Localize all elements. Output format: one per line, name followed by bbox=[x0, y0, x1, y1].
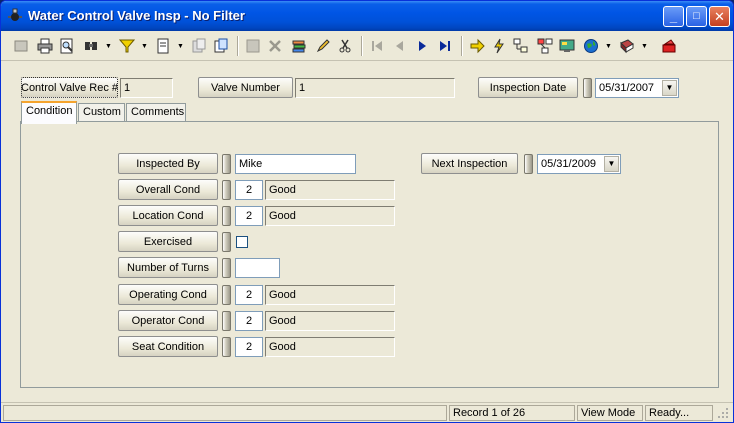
number-of-turns-field[interactable] bbox=[235, 258, 280, 278]
operating-cond-button[interactable]: Operating Cond bbox=[118, 284, 218, 305]
globe-dropdown-icon[interactable]: ▼ bbox=[605, 43, 612, 50]
location-cond-grip[interactable] bbox=[222, 206, 231, 226]
overall-cond-button[interactable]: Overall Cond bbox=[118, 179, 218, 200]
exercised-grip[interactable] bbox=[222, 232, 231, 252]
tree-icon[interactable] bbox=[511, 36, 531, 56]
print-icon[interactable] bbox=[35, 36, 55, 56]
toolbar-separator bbox=[361, 36, 363, 56]
operating-cond-grip[interactable] bbox=[222, 285, 231, 305]
toolbar-separator bbox=[237, 36, 239, 56]
app-icon bbox=[7, 8, 23, 24]
overall-cond-desc: Good bbox=[265, 180, 395, 200]
tab-comments[interactable]: Comments bbox=[126, 103, 186, 123]
exercised-checkbox[interactable] bbox=[236, 236, 248, 248]
status-record: Record 1 of 26 bbox=[449, 405, 575, 421]
status-state: Ready... bbox=[645, 405, 713, 421]
title-bar[interactable]: Water Control Valve Insp - No Filter _ □… bbox=[1, 1, 733, 31]
seat-condition-code[interactable]: 2 bbox=[235, 337, 263, 357]
operator-cond-button[interactable]: Operator Cond bbox=[118, 310, 218, 331]
duplicate-icon[interactable] bbox=[211, 36, 231, 56]
seat-condition-desc: Good bbox=[265, 337, 395, 357]
inspection-date-grip[interactable] bbox=[583, 78, 592, 98]
book-dropdown-icon[interactable]: ▼ bbox=[641, 43, 648, 50]
close-button[interactable]: ✕ bbox=[709, 6, 730, 27]
maximize-button[interactable]: □ bbox=[686, 6, 707, 27]
next-inspection-grip[interactable] bbox=[524, 154, 533, 174]
previous-record-icon[interactable] bbox=[389, 36, 409, 56]
operating-cond-code[interactable]: 2 bbox=[235, 285, 263, 305]
layers-icon[interactable] bbox=[289, 36, 309, 56]
rec-number-label[interactable]: Control Valve Rec # bbox=[21, 77, 118, 98]
main-window: Water Control Valve Insp - No Filter _ □… bbox=[0, 0, 734, 423]
status-bar: Record 1 of 26 View Mode Ready... bbox=[1, 402, 733, 422]
next-record-icon[interactable] bbox=[413, 36, 433, 56]
next-inspection-dropdown[interactable]: 05/31/2009 ▼ bbox=[537, 154, 621, 174]
exit-icon[interactable] bbox=[659, 36, 679, 56]
exercised-button[interactable]: Exercised bbox=[118, 231, 218, 252]
seat-condition-button[interactable]: Seat Condition bbox=[118, 336, 218, 357]
print-preview-icon[interactable] bbox=[57, 36, 77, 56]
location-cond-button[interactable]: Location Cond bbox=[118, 205, 218, 226]
operating-cond-desc: Good bbox=[265, 285, 395, 305]
report-icon[interactable] bbox=[153, 36, 173, 56]
inspected-by-button[interactable]: Inspected By bbox=[118, 153, 218, 174]
valve-number-button[interactable]: Valve Number bbox=[198, 77, 293, 98]
first-record-icon[interactable] bbox=[367, 36, 387, 56]
overall-cond-grip[interactable] bbox=[222, 180, 231, 200]
status-mode: View Mode bbox=[577, 405, 643, 421]
inspected-by-grip[interactable] bbox=[222, 154, 231, 174]
location-cond-code[interactable]: 2 bbox=[235, 206, 263, 226]
filter-dropdown-icon[interactable]: ▼ bbox=[141, 43, 148, 50]
diagram-icon[interactable] bbox=[535, 36, 555, 56]
inspected-by-field[interactable]: Mike bbox=[235, 154, 356, 174]
inspection-date-dropdown[interactable]: 05/31/2007 ▼ bbox=[595, 78, 679, 98]
overall-cond-code[interactable]: 2 bbox=[235, 180, 263, 200]
filter-icon[interactable] bbox=[117, 36, 137, 56]
toolbar: ▼ ▼ ▼ ▼ ▼ bbox=[1, 31, 733, 61]
number-of-turns-button[interactable]: Number of Turns bbox=[118, 257, 218, 278]
last-record-icon[interactable] bbox=[435, 36, 455, 56]
window-title: Water Control Valve Insp - No Filter bbox=[28, 8, 245, 23]
cut-icon[interactable] bbox=[335, 36, 355, 56]
minimize-button[interactable]: _ bbox=[663, 6, 684, 27]
next-inspection-value: 05/31/2009 bbox=[541, 158, 597, 170]
number-of-turns-grip[interactable] bbox=[222, 258, 231, 278]
goto-icon[interactable] bbox=[467, 36, 487, 56]
operator-cond-grip[interactable] bbox=[222, 311, 231, 331]
seat-condition-grip[interactable] bbox=[222, 337, 231, 357]
find-icon[interactable] bbox=[81, 36, 101, 56]
chevron-down-icon[interactable]: ▼ bbox=[662, 80, 677, 96]
edit-icon[interactable] bbox=[313, 36, 333, 56]
inspection-date-value: 05/31/2007 bbox=[599, 82, 655, 94]
delete-icon[interactable] bbox=[265, 36, 285, 56]
find-dropdown-icon[interactable]: ▼ bbox=[105, 43, 112, 50]
monitor-icon[interactable] bbox=[557, 36, 577, 56]
toolbar-separator bbox=[461, 36, 463, 56]
operator-cond-desc: Good bbox=[265, 311, 395, 331]
chevron-down-icon[interactable]: ▼ bbox=[604, 156, 619, 172]
resize-grip-icon[interactable] bbox=[717, 407, 729, 419]
save-icon[interactable] bbox=[243, 36, 263, 56]
operator-cond-code[interactable]: 2 bbox=[235, 311, 263, 331]
location-cond-desc: Good bbox=[265, 206, 395, 226]
lightning-icon[interactable] bbox=[489, 36, 509, 56]
new-record-icon[interactable] bbox=[11, 36, 31, 56]
tab-condition[interactable]: Condition bbox=[21, 101, 77, 124]
report-dropdown-icon[interactable]: ▼ bbox=[177, 43, 184, 50]
inspection-date-button[interactable]: Inspection Date bbox=[478, 77, 578, 98]
tab-custom[interactable]: Custom bbox=[78, 103, 125, 123]
next-inspection-button[interactable]: Next Inspection bbox=[421, 153, 518, 174]
valve-number-field[interactable]: 1 bbox=[295, 78, 455, 98]
globe-icon[interactable] bbox=[581, 36, 601, 56]
copy-record-icon[interactable] bbox=[189, 36, 209, 56]
rec-number-field: 1 bbox=[120, 78, 173, 98]
status-message bbox=[3, 405, 447, 421]
book-icon[interactable] bbox=[617, 36, 637, 56]
